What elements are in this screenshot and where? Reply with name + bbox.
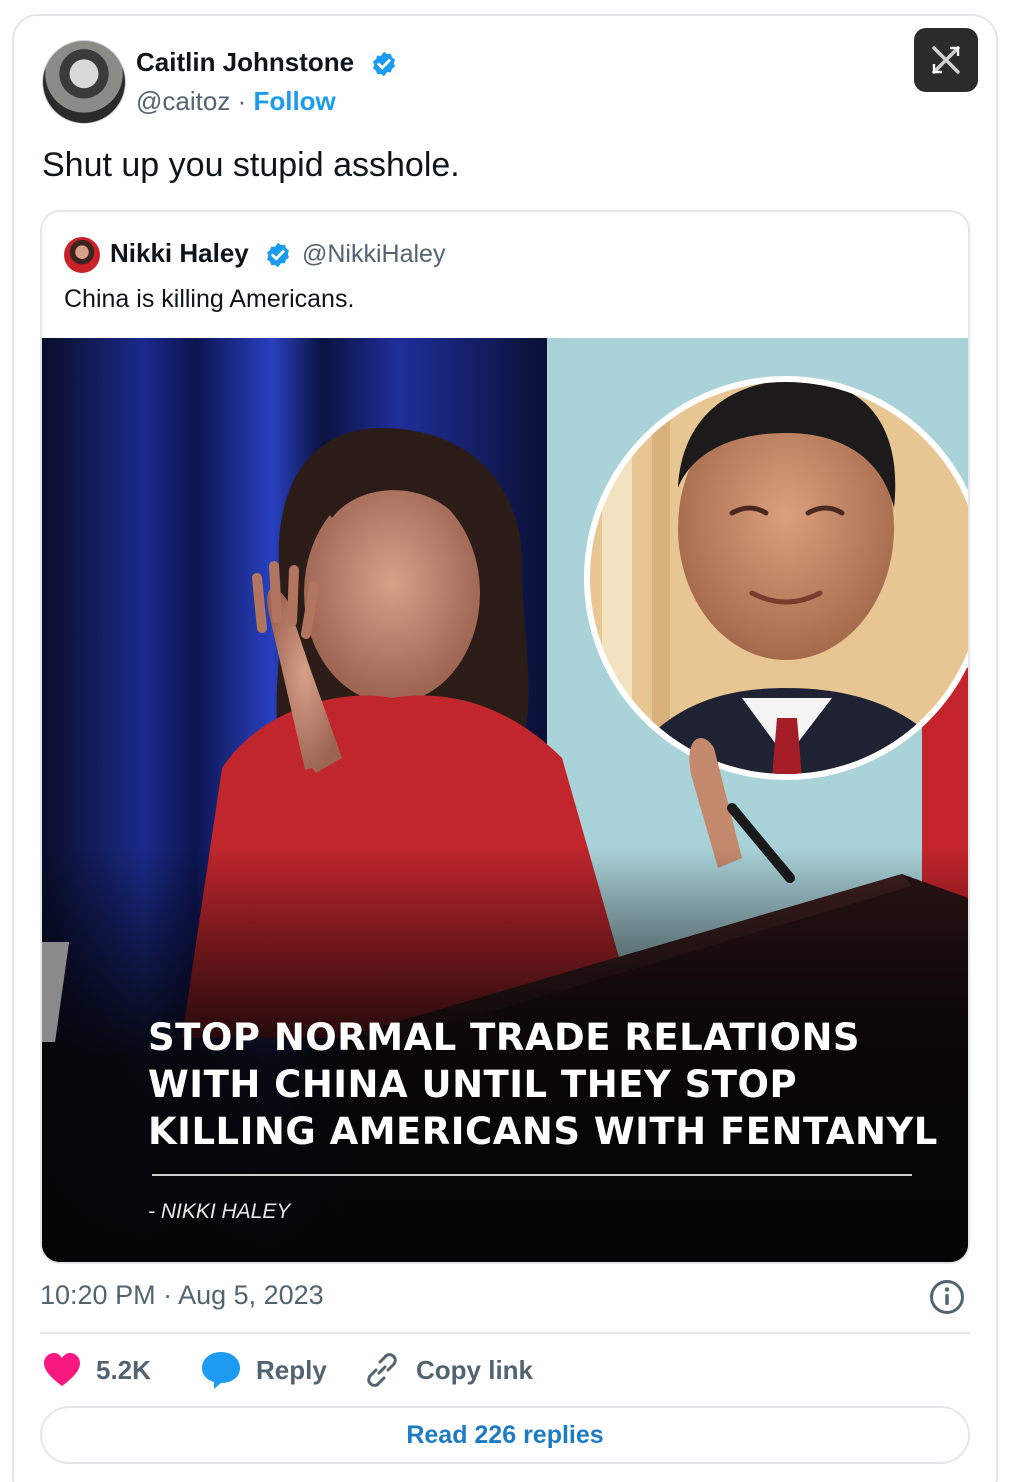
- image-quote-line-1: STOP NORMAL TRADE RELATIONS: [148, 1016, 861, 1059]
- handle-separator: ·: [237, 86, 247, 116]
- copy-link-button[interactable]: Copy link: [362, 1348, 533, 1392]
- image-quote-text: STOP NORMAL TRADE RELATIONS WITH CHINA U…: [148, 1014, 948, 1155]
- heart-icon: [44, 1353, 80, 1386]
- x-logo-button[interactable]: [914, 28, 978, 92]
- author-avatar[interactable]: [42, 40, 126, 124]
- verified-badge-icon: [373, 51, 395, 77]
- author-name[interactable]: Caitlin Johnstone: [136, 47, 354, 78]
- like-count: 5.2K: [96, 1354, 151, 1385]
- reply-button[interactable]: Reply: [200, 1348, 327, 1392]
- image-quote-line-2: WITH CHINA UNTIL THEY STOP: [148, 1063, 798, 1106]
- info-icon[interactable]: [928, 1278, 966, 1316]
- reply-label: Reply: [256, 1354, 327, 1385]
- quoted-author-name[interactable]: Nikki Haley: [110, 238, 249, 269]
- image-quote-line-3: KILLING AMERICANS WITH FENTANYL: [148, 1110, 938, 1153]
- follow-button[interactable]: Follow: [253, 86, 335, 116]
- quoted-tweet-image[interactable]: STOP NORMAL TRADE RELATIONS WITH CHINA U…: [42, 338, 968, 1262]
- copy-link-label: Copy link: [416, 1354, 534, 1385]
- read-replies-button[interactable]: Read 226 replies: [40, 1406, 970, 1464]
- image-attribution: - NIKKI HALEY: [148, 1200, 291, 1223]
- link-icon: [367, 1353, 397, 1387]
- reply-bubble-icon: [202, 1352, 240, 1389]
- like-button[interactable]: 5.2K: [42, 1348, 151, 1392]
- tweet-timestamp[interactable]: 10:20 PM · Aug 5, 2023: [40, 1280, 324, 1311]
- quoted-tweet-text: China is killing Americans.: [64, 285, 355, 313]
- footer-divider: [40, 1332, 970, 1334]
- author-handle-line: @caitoz · Follow: [136, 86, 336, 117]
- x-logo-icon: [932, 46, 960, 74]
- tweet-text: Shut up you stupid asshole.: [42, 146, 460, 184]
- quoted-author-avatar[interactable]: [64, 237, 100, 273]
- author-handle[interactable]: @caitoz: [136, 86, 230, 116]
- quoted-tweet[interactable]: Nikki Haley @NikkiHaley China is killing…: [40, 210, 970, 1264]
- quoted-author-handle[interactable]: @NikkiHaley: [302, 240, 445, 269]
- verified-badge-icon: [267, 242, 289, 268]
